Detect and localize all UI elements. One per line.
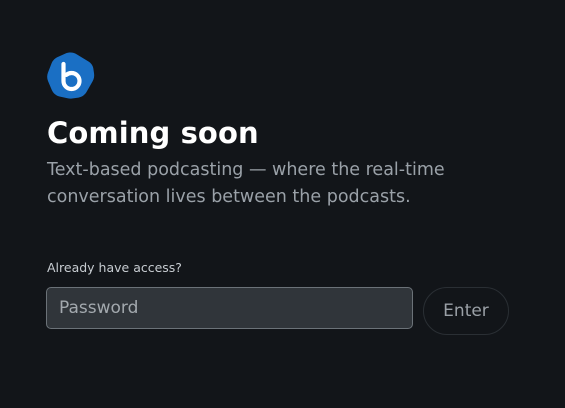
page-title: Coming soon (47, 116, 259, 150)
coming-soon-page: Coming soon Text-based podcasting — wher… (0, 0, 565, 408)
access-label: Already have access? (47, 260, 182, 275)
password-input[interactable] (46, 287, 413, 329)
page-subtitle: Text-based podcasting — where the real-t… (47, 160, 445, 207)
enter-button[interactable]: Enter (423, 287, 509, 335)
brand-logo-icon (46, 51, 95, 100)
